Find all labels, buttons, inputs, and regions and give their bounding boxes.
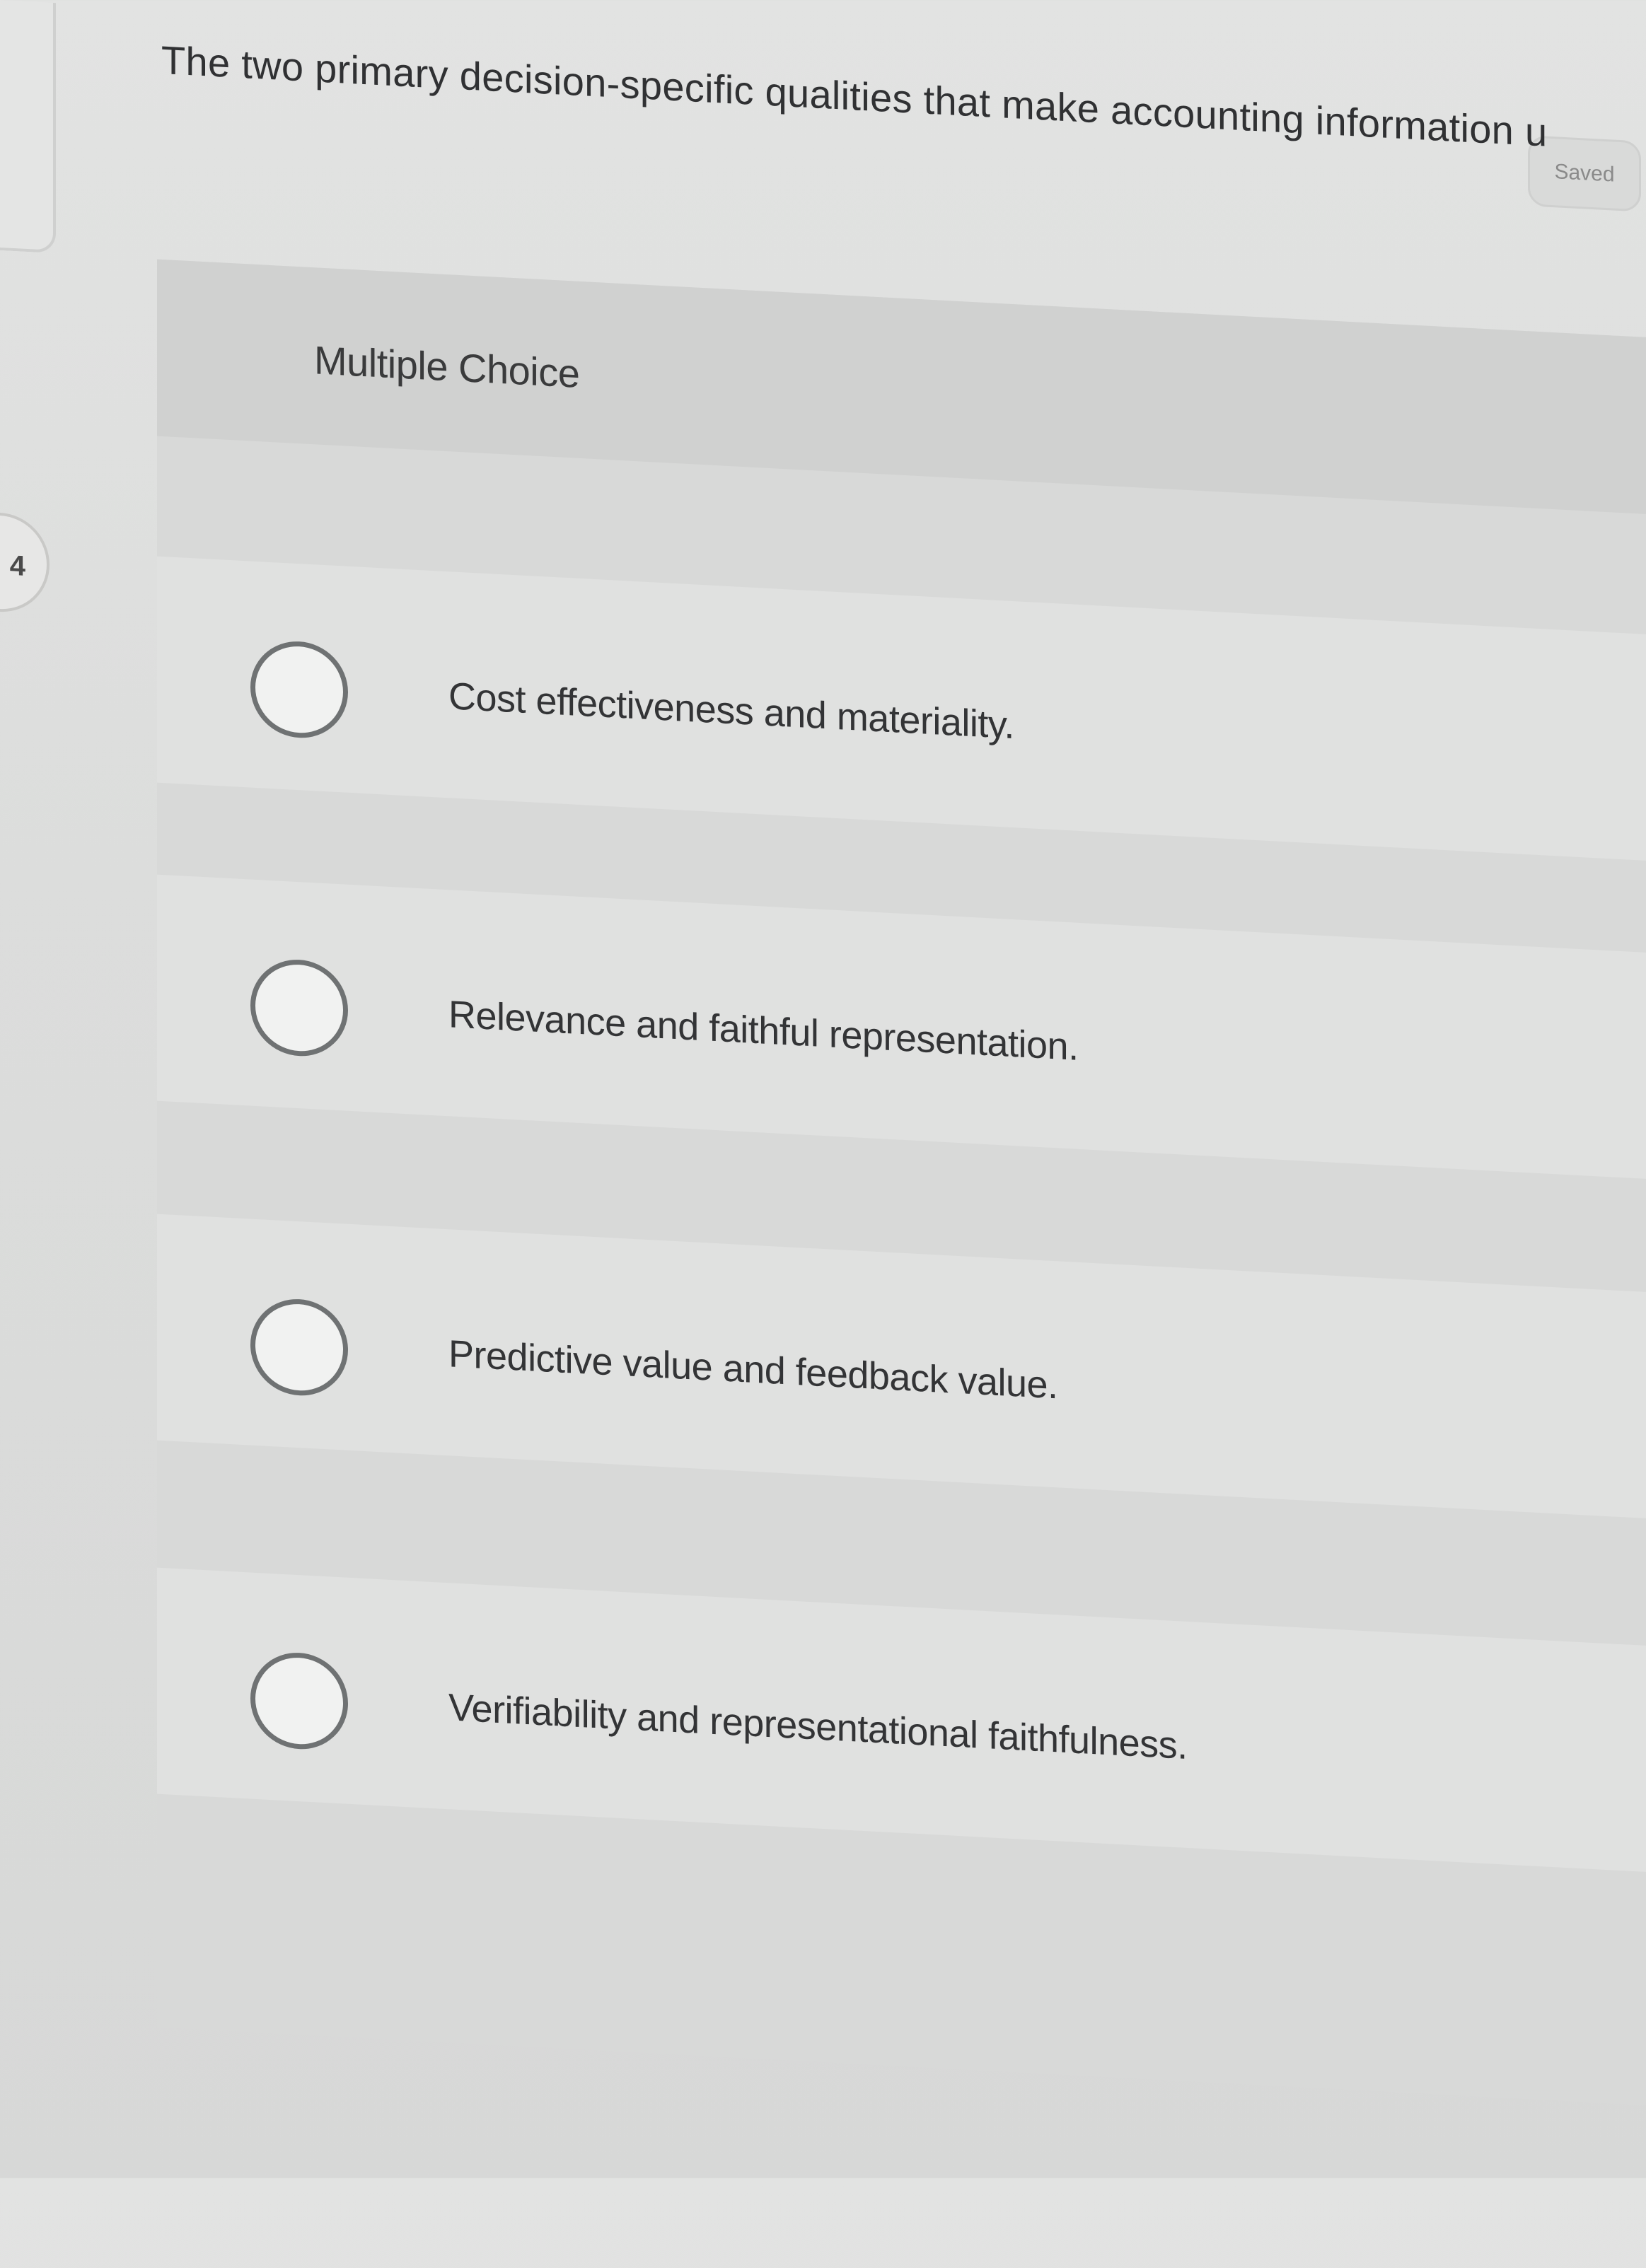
question-type-label: Multiple Choice [314,337,580,396]
answer-choice-label: Predictive value and feedback value. [448,1332,1058,1407]
answer-card-header: Multiple Choice [157,259,1646,518]
answer-choice-d[interactable]: Verifiability and representational faith… [157,1567,1646,1876]
radio-button-icon[interactable] [250,1296,348,1398]
question-number-badge[interactable]: 4 [0,510,50,615]
question-number: 4 [9,549,25,582]
radio-button-icon[interactable] [250,1650,348,1752]
answer-choice-label: Relevance and faithful representation. [448,993,1079,1069]
answer-choice-b[interactable]: Relevance and faithful representation. [157,874,1646,1182]
radio-button-icon[interactable] [250,957,348,1059]
answer-choice-c[interactable]: Predictive value and feedback value. [157,1214,1646,1522]
question-prompt: The two primary decision-specific qualit… [161,37,1548,155]
answer-choice-label: Cost effectiveness and materiality. [448,675,1014,748]
answer-choice-a[interactable]: Cost effectiveness and materiality. [157,556,1646,864]
answer-choice-label: Verifiability and representational faith… [448,1686,1188,1767]
question-nav-rail [0,0,56,254]
answer-card: Multiple Choice Cost effectiveness and m… [157,259,1646,2109]
quiz-page: 4 Saved The two primary decision-specifi… [0,0,1646,2264]
radio-button-icon[interactable] [250,639,348,740]
